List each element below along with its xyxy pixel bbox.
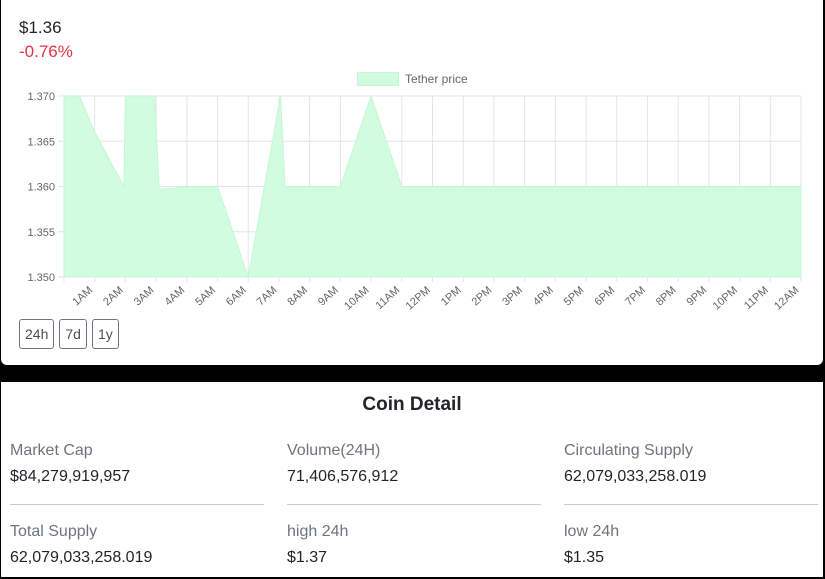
y-axis-ticks: 1.370 1.365 1.360 1.355 1.350 [27,91,55,284]
stat-circulating-supply: Circulating Supply 62,079,033,258.019 [564,442,818,486]
stat-value: $84,279,919,957 [10,468,131,485]
current-price: $1.36 [19,18,62,37]
stat-label: Market Cap [10,442,93,459]
x-tick-label: 7PM [623,284,648,308]
x-tick-label: 5PM [562,284,587,308]
x-tick-label: 10AM [342,284,371,312]
range-1y-button[interactable]: 1y [91,319,119,349]
stat-value: 62,079,033,258.019 [10,549,153,566]
stat-value: $1.35 [564,549,605,566]
chart-legend[interactable]: Tether price [357,72,468,86]
stat-label: Volume(24H) [287,442,381,459]
stat-market-cap: Market Cap $84,279,919,957 [10,442,264,486]
x-tick-label: 4PM [531,284,556,308]
stat-value: 62,079,033,258.019 [564,468,707,485]
x-tick-label: 11AM [373,284,402,312]
x-tick-label: 12AM [772,284,801,312]
stat-label: Circulating Supply [564,442,693,459]
price-chart-card: $1.36 -0.76% Tether price 1.370 1.365 1.36… [1,0,823,365]
stat-total-supply: Total Supply 62,079,033,258.019 [10,523,264,567]
range-7d-button[interactable]: 7d [59,319,87,349]
x-tick-label: 6PM [592,284,617,308]
price-change: -0.76% [19,42,73,61]
x-tick-label: 10PM [711,284,740,312]
stat-label: low 24h [564,523,620,540]
legend-label: Tether price [405,72,468,86]
divider [287,504,541,505]
x-tick-label: 8AM [285,284,310,308]
x-tick-label: 8PM [654,284,679,308]
coin-detail-card: Coin Detail Market Cap $84,279,919,957 V… [1,382,823,577]
x-tick-label: 2PM [470,284,495,308]
x-tick-label: 3PM [500,284,525,308]
x-axis-ticks: 1AM 2AM 3AM 4AM 5AM 6AM 7AM 8AM 9AM 10AM 11AM 12PM 1… [70,284,801,312]
x-tick-label: 4AM [162,284,187,308]
x-tick-label: 7AM [255,284,280,308]
stat-low-24h: low 24h $1.35 [564,523,818,567]
divider [10,504,264,505]
x-tick-label: 2AM [101,284,126,308]
stat-label: Total Supply [10,523,98,540]
x-tick-label: 9AM [316,284,341,308]
y-tick-label: 1.360 [27,182,55,194]
stat-high-24h: high 24h $1.37 [287,523,541,567]
price-chart: 1.370 1.365 1.360 1.355 1.350 1AM 2AM 3AM 4AM 5A… [27,91,802,312]
y-tick-label: 1.370 [27,91,55,103]
x-tick-label: 6AM [224,284,249,308]
legend-swatch [357,72,399,86]
x-tick-label: 1PM [439,284,464,308]
x-tick-label: 12PM [404,284,433,312]
y-tick-label: 1.350 [27,272,55,284]
coin-detail-title: Coin Detail [362,394,462,415]
x-tick-label: 9PM [685,284,710,308]
y-tick-label: 1.355 [27,227,55,239]
stat-value: $1.37 [287,549,328,566]
range-selector: 24h 7d 1y [19,319,119,349]
x-tick-label: 11PM [742,284,771,312]
x-tick-label: 1AM [70,284,95,308]
stat-value: 71,406,576,912 [287,468,399,485]
stat-label: high 24h [287,523,349,540]
y-tick-label: 1.365 [27,136,55,148]
divider [564,504,818,505]
range-24h-button[interactable]: 24h [19,319,55,349]
stat-volume: Volume(24H) 71,406,576,912 [287,442,541,486]
x-tick-label: 5AM [193,284,218,308]
x-tick-label: 3AM [132,284,157,308]
